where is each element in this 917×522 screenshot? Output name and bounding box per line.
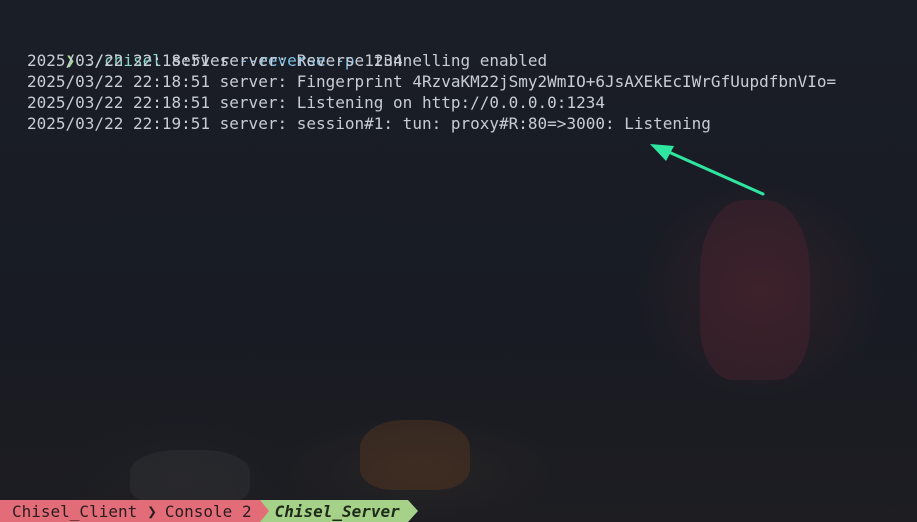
- log-line: 2025/03/22 22:18:51 server: Listening on…: [27, 93, 605, 112]
- log-line: 2025/03/22 22:18:51 server: Reverse tunn…: [27, 51, 548, 70]
- separator-chevron-icon: ❯: [145, 500, 159, 522]
- tab-label: Console 2: [164, 501, 252, 521]
- background-figure-gray: [130, 450, 250, 505]
- tab-label: Chisel_Server: [274, 501, 400, 521]
- tmux-status-bar: Chisel_Client ❯ Console 2 Chisel_Server: [0, 500, 418, 522]
- separator-powerline-icon: [259, 500, 269, 522]
- background-figure-red: [700, 200, 810, 380]
- end-powerline-icon: [407, 500, 418, 522]
- command-line: ❯ ./chisel server --reverse -p 1234: [27, 29, 907, 70]
- log-line: 2025/03/22 22:18:51 server: Fingerprint …: [27, 72, 837, 91]
- background-figure-orange: [360, 420, 470, 490]
- tab-console-2[interactable]: Console 2: [158, 500, 260, 522]
- pointer-arrow-icon: [650, 144, 765, 196]
- tab-chisel-client[interactable]: Chisel_Client: [0, 500, 146, 522]
- tab-label: Chisel_Client: [12, 501, 138, 521]
- terminal-output[interactable]: ❯ ./chisel server --reverse -p 1234 2025…: [27, 29, 907, 134]
- log-line: 2025/03/22 22:19:51 server: session#1: t…: [27, 114, 711, 133]
- tab-chisel-server[interactable]: Chisel_Server: [268, 500, 408, 522]
